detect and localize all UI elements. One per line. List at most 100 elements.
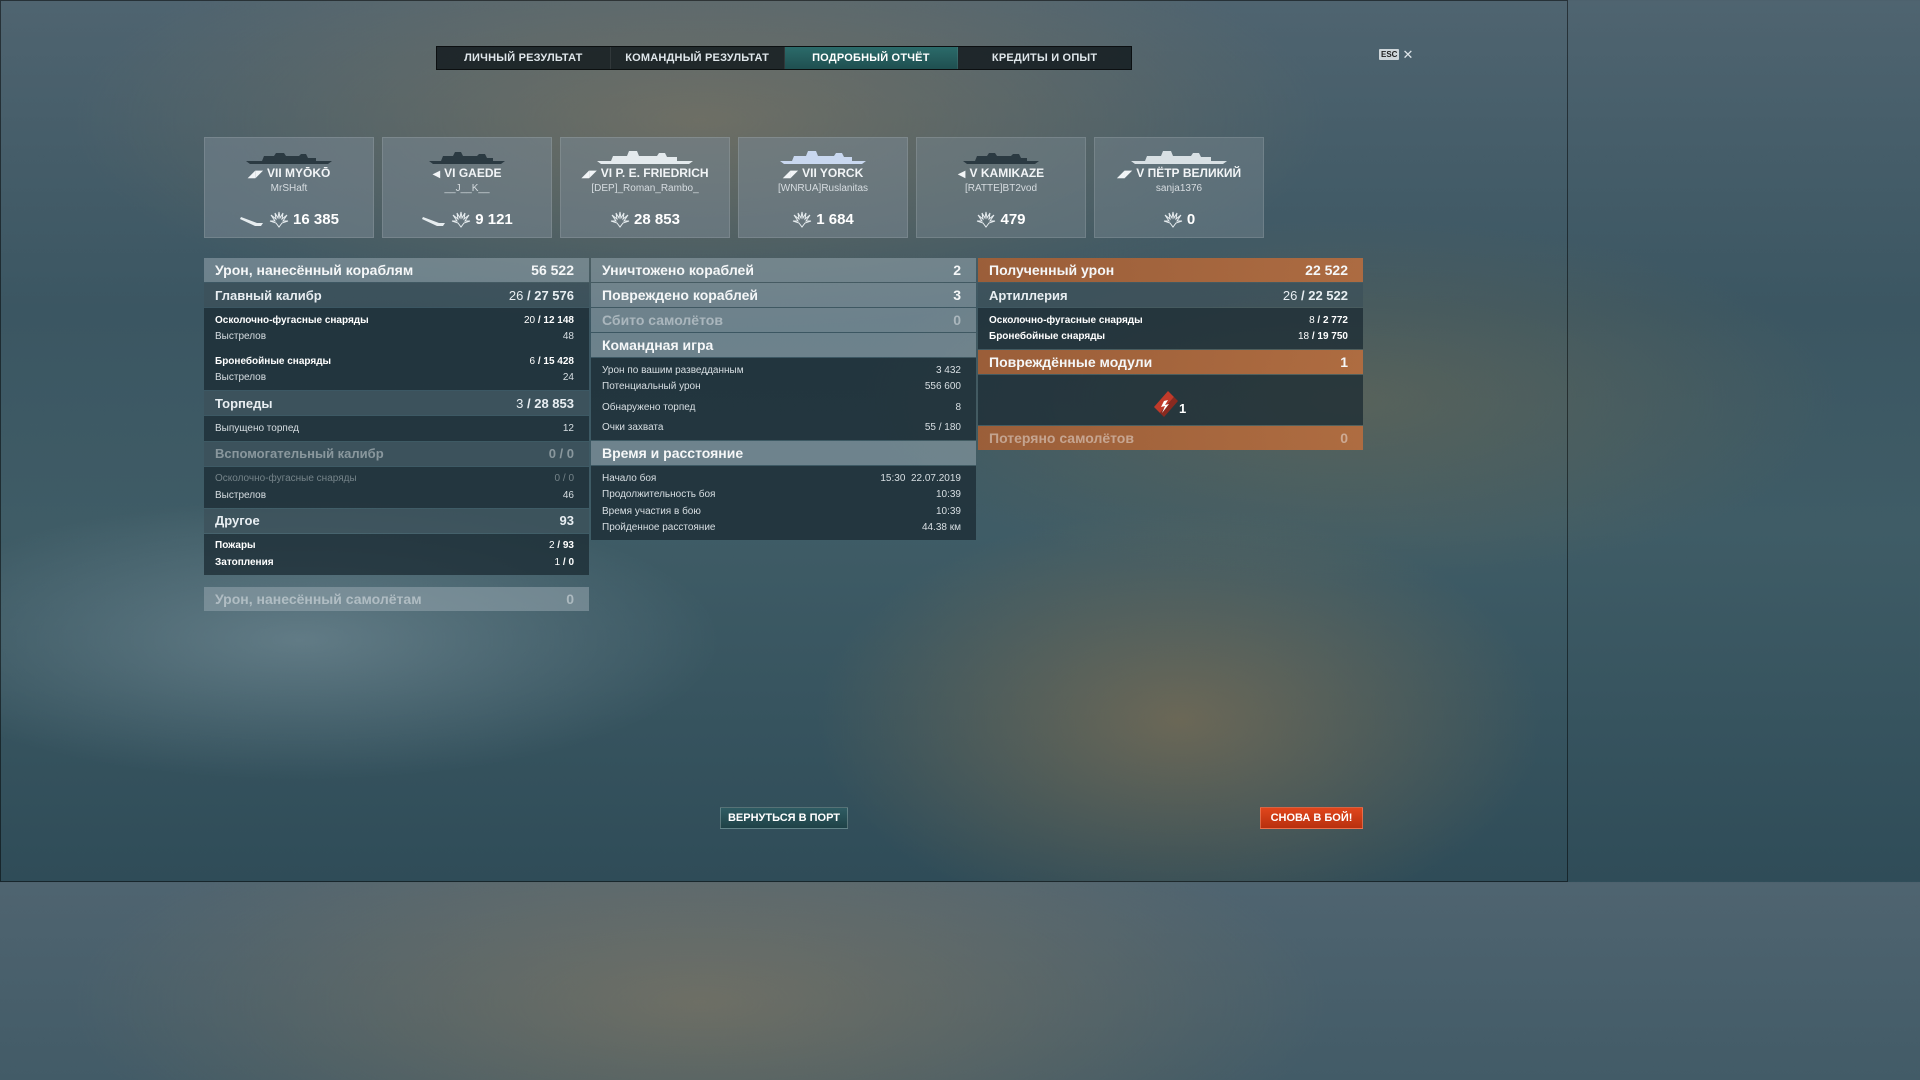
section-value: 0 (953, 312, 961, 328)
section-value: 1 (1340, 354, 1348, 370)
stat-row: Начало боя 15:30 22.07.2019 (602, 472, 961, 484)
damage-value: 28 853 (634, 210, 680, 228)
section-title: Урон, нанесённый самолётам (215, 590, 422, 607)
battle-stats-panel: Уничтожено кораблей 2 Повреждено корабле… (591, 258, 976, 540)
stat-row: Выпущено торпед 12 (215, 422, 574, 434)
result-tabs: ЛИЧНЫЙ РЕЗУЛЬТАТ КОМАНДНЫЙ РЕЗУЛЬТАТ ПОД… (436, 46, 1132, 70)
ship-tier: VI (444, 166, 456, 180)
secondary-rows: Осколочно-фугасные снаряды 0 / 0 Выстрело… (204, 466, 589, 508)
section-title: Артиллерия (989, 287, 1068, 303)
ship-class-icon: ◢◤ (247, 169, 264, 180)
section-title: Полученный урон (989, 262, 1115, 278)
ship-tier: V (969, 166, 978, 180)
stat-row: Выстрелов 48 (215, 331, 574, 343)
section-title: Другое (215, 513, 260, 528)
section-value: 26 / 22 522 (1282, 287, 1348, 303)
section-value: 56 522 (531, 262, 574, 278)
esc-key-icon: ESC (1379, 49, 1400, 60)
ship-tier: VII (267, 166, 282, 180)
torpedoes-header: Торпеды 3 / 28 853 (204, 391, 589, 415)
module-count: 1 (1179, 401, 1187, 416)
section-value: 0 (566, 590, 574, 607)
damaged-modules-header: Повреждённые модули 1 (978, 350, 1363, 374)
ship-card[interactable]: ◀ V KAMIKAZE [RATTE]BT2vod 479 (916, 137, 1086, 238)
torpedo-icon (240, 217, 264, 226)
tab-team-result[interactable]: КОМАНДНЫЙ РЕЗУЛЬТАТ (611, 47, 785, 69)
ship-silhouette-icon (963, 153, 1039, 164)
section-title: Торпеды (215, 395, 273, 411)
tab-personal-result[interactable]: ЛИЧНЫЙ РЕЗУЛЬТАТ (437, 47, 611, 69)
stat-row: Затопления 1 / 0 (215, 556, 574, 568)
player-name: MrSHaft (270, 183, 308, 194)
artillery-rows: Осколочно-фугасные снаряды 8 / 2 772 Брон… (978, 308, 1363, 349)
planes-shot-header: Сбито самолётов 0 (591, 308, 976, 332)
ship-name: YORCK (819, 166, 864, 180)
torpedo-icon (422, 217, 446, 226)
damage-value: 479 (1000, 210, 1026, 228)
tab-detailed-report[interactable]: ПОДРОБНЫЙ ОТЧЁТ (784, 47, 959, 69)
main-battery-header: Главный калибр 26 / 27 576 (204, 283, 589, 307)
section-title: Уничтожено кораблей (602, 262, 754, 278)
ship-class-icon: ◢◤ (1116, 169, 1133, 180)
main-battery-rows: Осколочно-фугасные снаряды 20 / 12 148 Вы… (204, 308, 589, 390)
other-header: Другое 93 (204, 508, 589, 533)
section-title: Сбито самолётов (602, 312, 723, 328)
ship-class-icon: ◀ (432, 169, 441, 180)
tab-credits-xp[interactable]: КРЕДИТЫ И ОПЫТ (958, 47, 1131, 69)
ship-silhouette-icon (1131, 151, 1227, 164)
ship-card[interactable]: ◢◤ V ПЁТР ВЕЛИКИЙ sanja1376 0 (1094, 137, 1264, 238)
other-rows: Пожары 2 / 93 Затопления 1 / 0 (204, 533, 589, 575)
ship-name: ПЁТР ВЕЛИКИЙ (1147, 166, 1242, 180)
ships-damaged-header: Повреждено кораблей 3 (591, 283, 976, 307)
damage-value: 9 121 (475, 210, 513, 228)
section-title: Командная игра (602, 337, 714, 353)
damage-ribbon-icon (452, 211, 471, 228)
damage-ribbon-icon (269, 211, 289, 228)
stat-row: Пройденное расстояние 44.38 км (602, 522, 961, 534)
stat-row: Осколочно-фугасные снаряды 20 / 12 148 (215, 314, 574, 326)
ship-card[interactable]: ◢◤ VII MYŌKŌ MrSHaft 16 385 (204, 137, 374, 238)
planes-lost-header: Потеряно самолётов 0 (978, 426, 1363, 450)
battle-again-button[interactable]: СНОВА В БОЙ! (1260, 807, 1363, 829)
player-name: [WNRUA]Ruslanitas (777, 183, 869, 194)
stat-row: Очки захвата 55 / 180 (602, 422, 961, 434)
torpedoes-rows: Выпущено торпед 12 (204, 416, 589, 441)
ship-card[interactable]: ◀ VI GAEDE __J__K__ 9 121 (382, 137, 552, 238)
ship-silhouette-icon (780, 151, 866, 164)
stat-row: Осколочно-фугасные снаряды 0 / 0 (215, 473, 574, 485)
ship-class-icon: ◀ (957, 169, 966, 180)
player-name: [RATTE]BT2vod (964, 183, 1038, 194)
stat-row: Бронебойные снаряды 6 / 15 428 (215, 355, 574, 367)
section-title: Повреждено кораблей (602, 287, 758, 303)
section-title: Урон, нанесённый кораблям (215, 262, 414, 278)
ship-card[interactable]: ◢◤ VI P. E. FRIEDRICH [DEP]_Roman_Rambo_ … (560, 137, 730, 238)
ship-card[interactable]: ◢◤ VII YORCK [WNRUA]Ruslanitas 1 684 (738, 137, 908, 238)
artillery-header: Артиллерия 26 / 22 522 (978, 283, 1363, 307)
stat-row: Время участия в бою 10:39 (602, 505, 961, 517)
ship-tier: VI (600, 166, 613, 180)
damage-ribbon-icon (610, 211, 630, 228)
ship-silhouette-icon (597, 151, 693, 164)
stat-row: Осколочно-фугасные снаряды 8 / 2 772 (989, 314, 1348, 326)
section-title: Повреждённые модули (989, 354, 1153, 370)
section-value: 26 / 27 576 (508, 287, 574, 303)
ship-name: MYŌKŌ (285, 166, 331, 180)
damage-received-panel: Полученный урон 22 522 Артиллерия 26 / 2… (978, 258, 1363, 450)
stat-row: Урон по вашим разведданным 3 432 (602, 364, 961, 376)
ship-name: KAMIKAZE (980, 166, 1045, 180)
section-title: Время и расстояние (602, 445, 744, 461)
close-button[interactable]: ESC ✕ (1379, 48, 1413, 61)
player-name: [DEP]_Roman_Rambo_ (591, 183, 699, 194)
ship-silhouette-icon (429, 152, 505, 164)
player-name: sanja1376 (1155, 183, 1203, 194)
stat-row: Бронебойные снаряды 18 / 19 750 (989, 331, 1348, 343)
section-value: 3 / 28 853 (516, 395, 574, 411)
stat-row: Выстрелов 46 (215, 489, 574, 501)
damaged-ships-list: ◢◤ VII MYŌKŌ MrSHaft 16 385 ◀ VI GAEDE __J… (204, 137, 1264, 238)
return-to-port-button[interactable]: ВЕРНУТЬСЯ В ПОРТ (720, 807, 848, 829)
section-title: Потеряно самолётов (989, 430, 1134, 446)
ship-name: GAEDE (458, 166, 502, 180)
time-distance-rows: Начало боя 15:30 22.07.2019 Продолжительн… (591, 466, 976, 540)
damage-value: 1 684 (816, 210, 854, 228)
stat-row: Выстрелов 24 (215, 372, 574, 384)
